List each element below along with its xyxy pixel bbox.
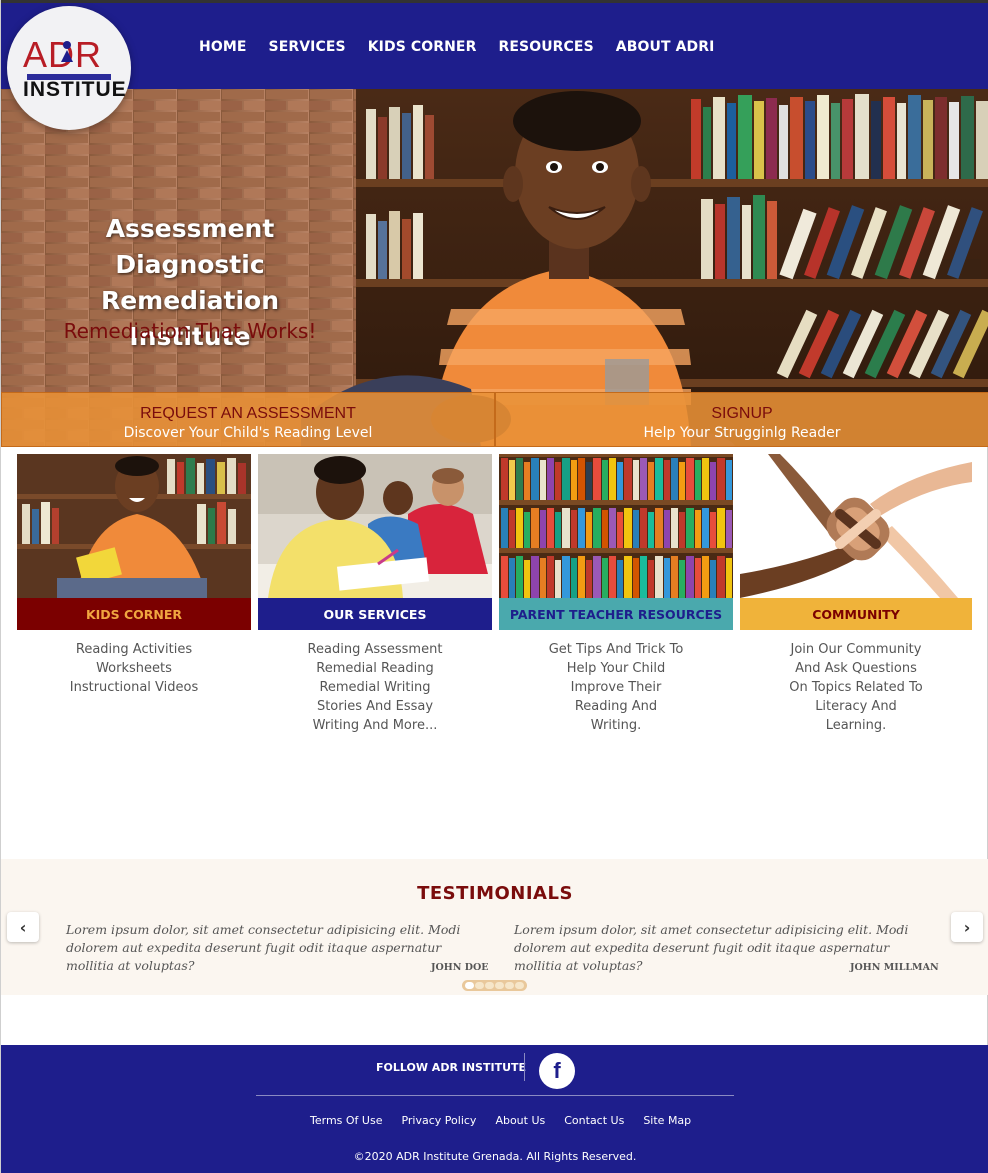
card-image-joined-hands bbox=[740, 454, 972, 598]
card-description: Reading Activities Worksheets Instructio… bbox=[17, 640, 251, 697]
chevron-right-icon: › bbox=[963, 917, 971, 937]
card-community[interactable]: COMMUNITY Join Our Community And Ask Que… bbox=[740, 454, 972, 735]
testimonial-author: JOHN MILLMAN bbox=[850, 962, 939, 973]
carousel-prev-button[interactable]: ‹ bbox=[7, 912, 39, 942]
carousel-next-button[interactable]: › bbox=[951, 912, 983, 942]
card-line: Writing. bbox=[590, 718, 642, 733]
card-line: Worksheets bbox=[96, 661, 172, 676]
card-line: Improve Their bbox=[570, 680, 662, 695]
card-our-services[interactable]: OUR SERVICES Reading Assessment Remedial… bbox=[258, 454, 492, 735]
main-nav: HOME SERVICES KIDS CORNER RESOURCES ABOU… bbox=[199, 39, 736, 55]
hero-title-line: Remediation bbox=[100, 286, 280, 315]
card-parent-teacher-resources[interactable]: PARENT TEACHER RESOURCES Get Tips And Tr… bbox=[499, 454, 733, 735]
facebook-icon[interactable]: f bbox=[539, 1053, 575, 1089]
carousel-dot[interactable] bbox=[505, 982, 514, 989]
card-description: Get Tips And Trick To Help Your Child Im… bbox=[499, 640, 733, 735]
card-title: OUR SERVICES bbox=[323, 606, 427, 622]
carousel-dot[interactable] bbox=[465, 982, 474, 989]
card-line: And Ask Questions bbox=[795, 661, 917, 676]
card-line: Reading Activities bbox=[75, 642, 193, 657]
reader-icon bbox=[61, 41, 73, 62]
card-title: PARENT TEACHER RESOURCES bbox=[509, 606, 723, 622]
site-header: HOME SERVICES KIDS CORNER RESOURCES ABOU… bbox=[1, 3, 988, 89]
signup-button[interactable]: SIGNUP Help Your Strugginlg Reader bbox=[495, 392, 988, 447]
chevron-left-icon: ‹ bbox=[19, 917, 27, 937]
carousel-dot[interactable] bbox=[495, 982, 504, 989]
card-line: Stories And Essay bbox=[316, 699, 434, 714]
card-line: Get Tips And Trick To bbox=[548, 642, 684, 657]
card-title-bar[interactable]: OUR SERVICES bbox=[258, 598, 492, 630]
nav-about-adri[interactable]: ABOUT ADRI bbox=[616, 39, 715, 55]
footer-link-privacy[interactable]: Privacy Policy bbox=[401, 1114, 476, 1127]
card-line: Reading And bbox=[574, 699, 658, 714]
testimonials-section: TESTIMONIALS ‹ Lorem ipsum dolor, sit am… bbox=[1, 859, 988, 995]
logo-text-institue: INSTITUE bbox=[23, 78, 127, 101]
card-kids-corner[interactable]: KIDS CORNER Reading Activities Worksheet… bbox=[17, 454, 251, 697]
card-line: Reading Assessment bbox=[307, 642, 443, 657]
follow-label: FOLLOW ADR INSTITUTE bbox=[376, 1061, 527, 1074]
footer-divider-vertical bbox=[524, 1053, 525, 1081]
footer-link-sitemap[interactable]: Site Map bbox=[643, 1114, 691, 1127]
card-image-kids-writing bbox=[258, 454, 492, 598]
footer-link-about[interactable]: About Us bbox=[495, 1114, 545, 1127]
card-line: Help Your Child bbox=[566, 661, 666, 676]
footer-link-terms[interactable]: Terms Of Use bbox=[310, 1114, 382, 1127]
carousel-dot[interactable] bbox=[485, 982, 494, 989]
testimonials-heading: TESTIMONIALS bbox=[417, 883, 573, 904]
footer-divider bbox=[256, 1095, 734, 1096]
card-title-bar[interactable]: PARENT TEACHER RESOURCES bbox=[499, 598, 733, 630]
carousel-dot[interactable] bbox=[475, 982, 484, 989]
card-line: Writing And More... bbox=[312, 718, 438, 733]
card-image-boy-reading bbox=[17, 454, 251, 598]
testimonial-author: JOHN DOE bbox=[431, 962, 489, 973]
cta-subtitle: Help Your Strugginlg Reader bbox=[643, 425, 841, 441]
nav-kids-corner[interactable]: KIDS CORNER bbox=[368, 39, 477, 55]
card-image-bookshelf bbox=[499, 454, 733, 598]
request-assessment-button[interactable]: REQUEST AN ASSESSMENT Discover Your Chil… bbox=[1, 392, 495, 447]
cta-title: REQUEST AN ASSESSMENT bbox=[140, 405, 356, 422]
card-description: Reading Assessment Remedial Reading Reme… bbox=[258, 640, 492, 735]
site-logo[interactable]: ADR INSTITUE bbox=[7, 6, 131, 130]
nav-home[interactable]: HOME bbox=[199, 39, 247, 55]
carousel-dots bbox=[462, 980, 527, 991]
cta-title: SIGNUP bbox=[711, 405, 773, 422]
card-description: Join Our Community And Ask Questions On … bbox=[740, 640, 972, 735]
nav-resources[interactable]: RESOURCES bbox=[498, 39, 593, 55]
card-title: KIDS CORNER bbox=[85, 606, 183, 622]
facebook-glyph: f bbox=[553, 1058, 561, 1083]
card-line: Remedial Writing bbox=[319, 680, 431, 695]
card-line: Literacy And bbox=[815, 699, 897, 714]
cta-subtitle: Discover Your Child's Reading Level bbox=[123, 425, 373, 441]
testimonial-quote: Lorem ipsum dolor, sit amet consectetur … bbox=[66, 922, 461, 973]
hero-tagline: Remediation That Works! bbox=[63, 319, 317, 343]
card-line: Instructional Videos bbox=[69, 680, 199, 695]
card-title: COMMUNITY bbox=[812, 606, 900, 622]
card-title-bar[interactable]: COMMUNITY bbox=[740, 598, 972, 630]
hero-banner: Assessment Diagnostic Remediation Instit… bbox=[1, 89, 988, 447]
hero-title-line: Assessment Diagnostic bbox=[105, 214, 275, 279]
card-line: On Topics Related To bbox=[789, 680, 923, 695]
nav-services[interactable]: SERVICES bbox=[269, 39, 346, 55]
card-title-bar[interactable]: KIDS CORNER bbox=[17, 598, 251, 630]
footer-links: Terms Of Use Privacy Policy About Us Con… bbox=[310, 1114, 710, 1127]
copyright: ©2020 ADR Institute Grenada. All Rights … bbox=[353, 1150, 637, 1163]
card-line: Remedial Reading bbox=[316, 661, 434, 676]
card-line: Join Our Community bbox=[790, 642, 922, 657]
footer-link-contact[interactable]: Contact Us bbox=[564, 1114, 624, 1127]
carousel-dot[interactable] bbox=[515, 982, 524, 989]
site-footer: FOLLOW ADR INSTITUTE f Terms Of Use Priv… bbox=[1, 1045, 988, 1173]
card-line: Learning. bbox=[825, 718, 887, 733]
